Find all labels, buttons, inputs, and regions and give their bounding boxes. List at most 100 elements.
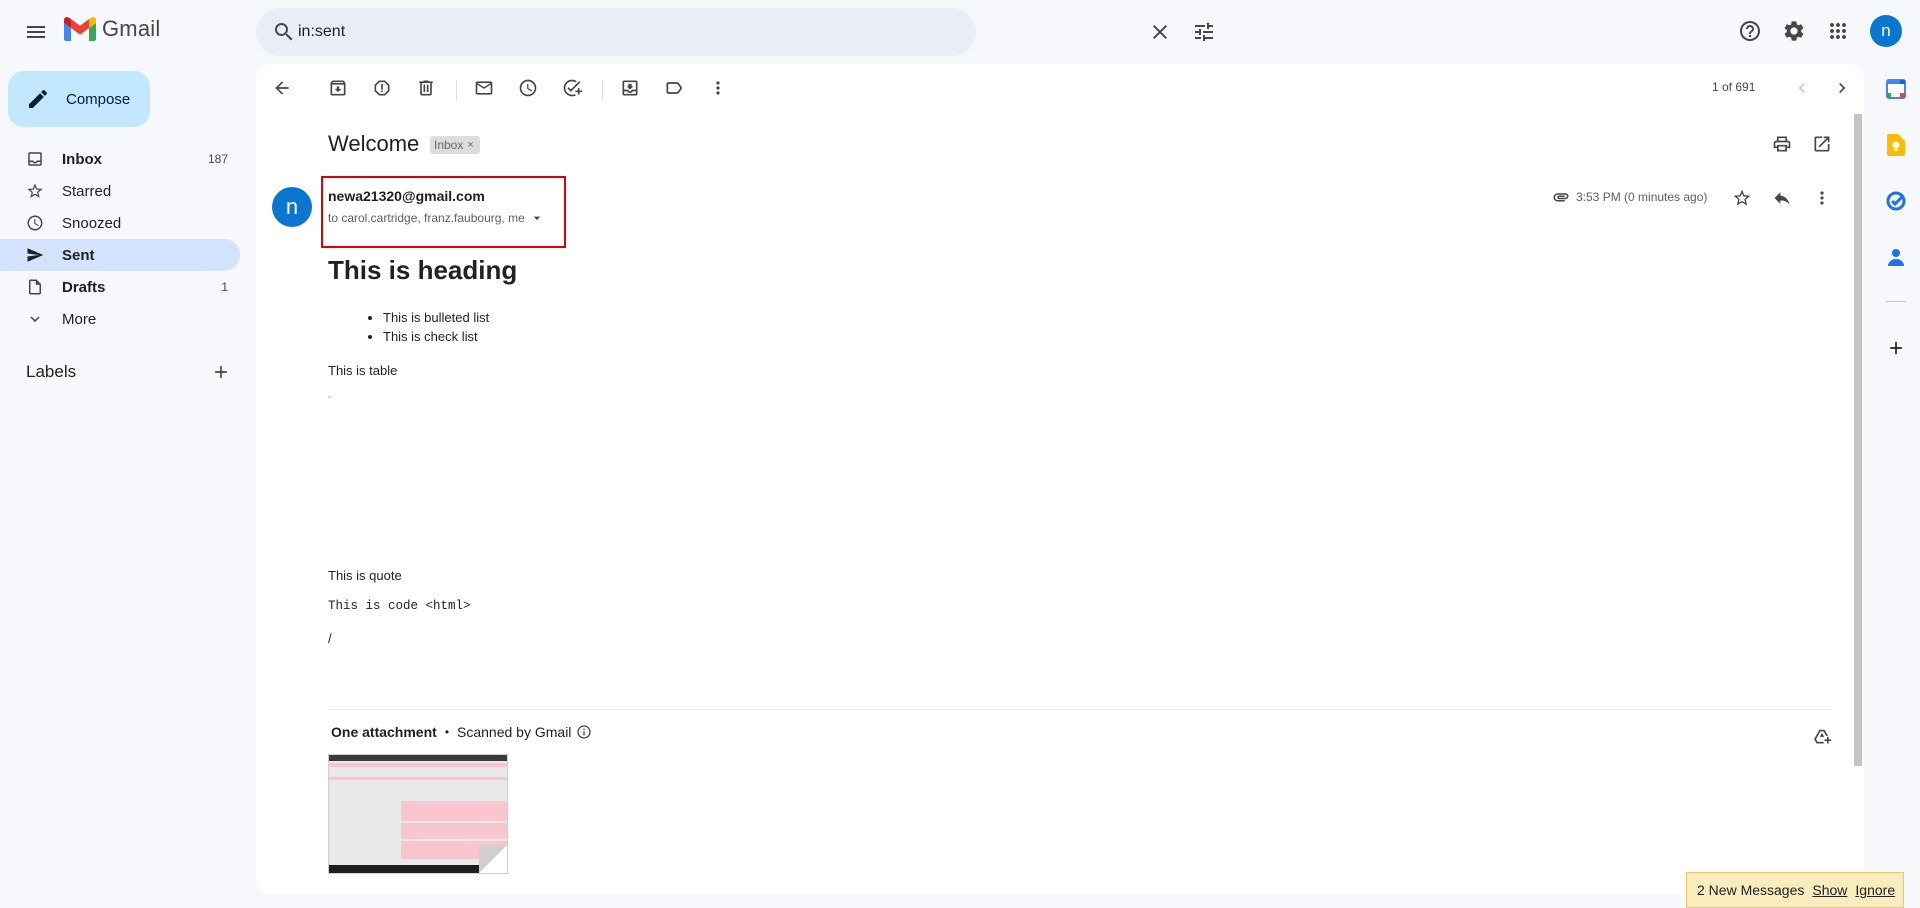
chevron-right-icon [1839,83,1846,93]
report-icon [374,80,390,96]
plus-icon [215,366,227,378]
labels-button[interactable] [654,68,694,108]
body-quote: This is quote [328,568,402,583]
body-slash: / [328,631,332,646]
plus-icon [1890,342,1902,354]
gear-icon [1784,21,1804,41]
star-button[interactable] [1722,178,1762,218]
attachment-divider [328,709,1832,710]
sidebar-item-inbox[interactable]: Inbox 187 [0,143,240,175]
remove-label-button[interactable]: × [467,139,473,151]
trash-icon [419,80,433,96]
sidebar-nav: Inbox 187 Starred Snoozed Sent Drafts 1 … [0,143,240,335]
account-avatar[interactable]: n [1870,15,1902,47]
message-view: 1 of 691 Welcome Inbox × n newa21320@gma… [256,64,1864,895]
print-icon [1773,136,1791,152]
report-spam-button[interactable] [362,68,402,108]
search-bar [256,8,1213,56]
compose-button[interactable]: Compose [8,71,150,127]
scan-status: Scanned by Gmail [457,724,572,740]
mark-unread-button[interactable] [464,68,504,108]
sidebar-item-starred[interactable]: Starred [0,175,240,207]
move-to-button[interactable] [610,68,650,108]
add-to-drive-button[interactable] [1802,716,1842,756]
snooze-button[interactable] [508,68,548,108]
older-button[interactable] [1822,68,1862,108]
search-options-button[interactable] [1184,12,1224,52]
label-chip-text: Inbox [434,138,464,152]
recipients-line: to carol.cartridge, franz.faubourg, me [328,210,545,226]
scrollbar-thumb[interactable] [1854,114,1862,766]
add-to-drive-icon [1814,729,1832,744]
mail-icon [475,81,493,95]
sidebar-item-label: Sent [62,246,95,264]
send-icon [27,248,44,262]
attachment-title: One attachment [331,724,437,740]
label-icon [666,82,683,94]
calendar-app-button[interactable] [1876,69,1916,109]
clear-search-button[interactable] [1140,12,1180,52]
tasks-app-button[interactable] [1876,181,1916,221]
body-heading: This is heading [328,255,518,285]
contacts-person-icon [1888,249,1904,266]
keep-bulb-icon [1887,134,1905,156]
timestamp: 3:53 PM (0 minutes ago) [1576,190,1708,204]
gmail-logo[interactable]: Gmail [64,16,160,42]
message-more-button[interactable] [1802,178,1842,218]
clock-icon [519,79,537,97]
get-addons-button[interactable] [1876,328,1916,368]
support-button[interactable] [1730,11,1770,51]
sidebar-item-label: Inbox [62,150,102,168]
hamburger-menu-icon [27,26,45,38]
calendar-icon [1886,79,1906,99]
chevron-left-icon [1798,83,1805,93]
contacts-app-button[interactable] [1876,237,1916,277]
sidebar-item-label: Snoozed [62,214,122,232]
google-apps-button[interactable] [1818,11,1858,51]
more-options-button[interactable] [698,68,738,108]
labels-heading: Labels [26,362,77,381]
caret-down-icon [533,216,541,220]
move-to-inbox-icon [622,80,638,96]
main-menu-button[interactable] [15,11,57,53]
keep-app-button[interactable] [1876,125,1916,165]
sidebar-item-label: More [62,310,97,328]
list-item: This is check list [383,327,489,346]
sender-email[interactable]: newa21320@gmail.com [328,188,485,204]
more-vert-icon [716,81,720,95]
settings-button[interactable] [1774,11,1814,51]
delete-button[interactable] [406,68,446,108]
attachment-thumbnail[interactable] [328,754,508,874]
archive-button[interactable] [318,68,358,108]
add-to-tasks-button[interactable] [552,68,592,108]
sidebar-item-more[interactable]: More [0,303,240,335]
body-table-placeholder: - [328,392,332,403]
toast-show-link[interactable]: Show [1812,882,1847,898]
sidebar-item-sent[interactable]: Sent [0,239,240,271]
print-all-button[interactable] [1762,124,1802,164]
app-name: Gmail [102,16,161,41]
sidebar-item-snoozed[interactable]: Snoozed [0,207,240,239]
body-bulleted-list: This is bulleted list This is check list [383,308,489,346]
compose-label: Compose [66,90,131,108]
reply-icon [1774,192,1790,205]
search-input[interactable] [298,20,818,44]
toast-ignore-link[interactable]: Ignore [1855,882,1895,898]
gmail-m-icon [64,17,96,41]
thumb-page-fold [479,845,507,873]
sender-avatar[interactable]: n [272,187,312,227]
newer-button[interactable] [1782,68,1822,108]
body-code: This is code <html> [328,599,471,613]
reply-button[interactable] [1762,178,1802,218]
back-button[interactable] [262,68,302,108]
thumb-titlebar [329,755,507,761]
archive-icon [330,80,346,96]
thumb-block [401,823,507,839]
open-new-window-button[interactable] [1802,124,1842,164]
toast-text: 2 New Messages [1697,882,1805,898]
scan-info-button[interactable] [576,724,592,740]
show-details-button[interactable] [529,210,545,226]
sidebar-item-drafts[interactable]: Drafts 1 [0,271,240,303]
create-label-button[interactable] [201,352,241,392]
chevron-down-icon [30,316,40,322]
